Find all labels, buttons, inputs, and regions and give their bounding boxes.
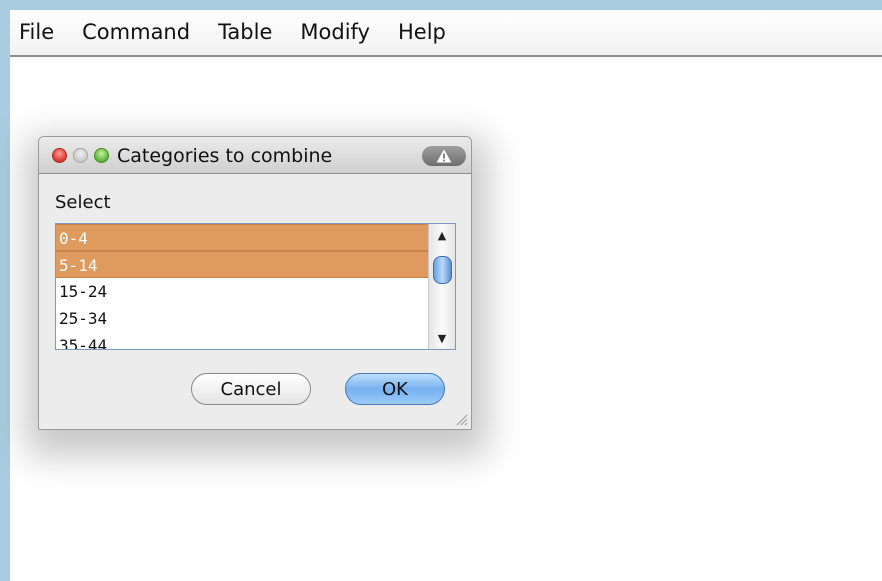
scrollbar-thumb[interactable] [433,256,452,284]
menu-command[interactable]: Command [68,10,204,55]
resize-grip-icon[interactable] [454,412,468,426]
ok-button[interactable]: OK [345,373,445,405]
menu-file[interactable]: File [10,10,68,55]
scroll-up-arrow-icon[interactable]: ▲ [429,226,455,244]
dialog-titlebar[interactable]: Categories to combine [39,137,471,174]
menu-help[interactable]: Help [384,10,460,55]
close-traffic-light-icon[interactable] [52,148,67,163]
menu-table[interactable]: Table [204,10,286,55]
list-item[interactable]: 5-14 [56,251,428,278]
menu-modify[interactable]: Modify [286,10,384,55]
window-frame-top [0,0,882,10]
menu-bar: File Command Table Modify Help [10,10,882,57]
list-item[interactable]: 35-44 [56,332,428,349]
category-list: 0-4 5-14 15-24 25-34 35-44 [56,224,428,349]
scroll-down-arrow-icon[interactable]: ▼ [429,329,455,347]
warning-button[interactable] [422,146,466,166]
warning-icon [436,149,452,163]
select-label: Select [55,192,111,213]
zoom-traffic-light-icon[interactable] [94,148,109,163]
cancel-button[interactable]: Cancel [191,373,311,405]
dialog-title: Categories to combine [117,145,333,167]
list-item[interactable]: 0-4 [56,224,428,251]
window-frame-left [0,0,10,581]
list-scrollbar[interactable]: ▲ ▼ [428,224,455,349]
list-item[interactable]: 15-24 [56,278,428,305]
minimize-traffic-light-icon[interactable] [73,148,88,163]
list-item[interactable]: 25-34 [56,305,428,332]
categories-dialog: Categories to combine Select 0-4 5-14 15… [38,136,472,430]
categories-listbox[interactable]: 0-4 5-14 15-24 25-34 35-44 ▲ ▼ [55,223,456,350]
